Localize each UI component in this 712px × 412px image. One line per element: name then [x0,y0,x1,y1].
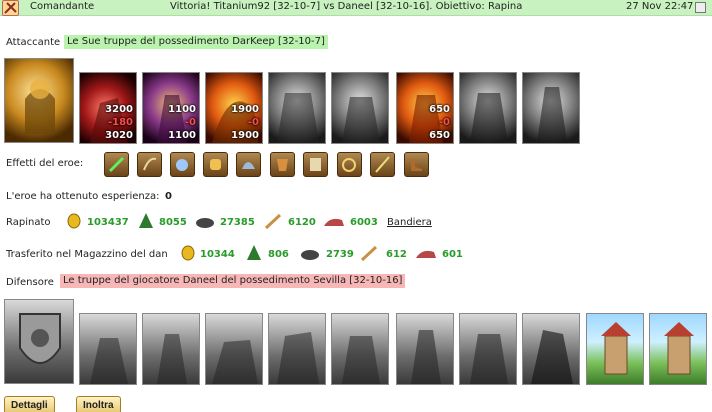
plunder-meat: 6003 [350,217,378,228]
plunder-wood: 8055 [159,217,187,228]
unit-count-end: 1900 [231,130,259,141]
unit-loss: -180 [107,117,133,128]
wood-icon [139,213,153,228]
unit-count-start: 650 [429,104,450,115]
armor-icon[interactable] [270,152,295,177]
gloves-icon[interactable] [203,152,228,177]
unit-count-end: 1100 [168,130,196,141]
attacker-unit-5[interactable] [331,72,389,144]
attacker-unit-8[interactable] [522,72,580,144]
bow-icon[interactable] [137,152,162,177]
wheat-icon [264,213,282,230]
meat-icon [416,250,436,258]
defender-crest-portrait[interactable] [4,299,74,384]
wood-icon [247,245,261,260]
header-role: Comandante [30,1,95,12]
iron-ore-icon [301,250,319,260]
defender-unit-1[interactable] [79,313,137,385]
attacker-unit-4[interactable] [268,72,326,144]
defender-tag: Le truppe del giocatore Daneel del posse… [60,274,406,288]
unit-count-start: 1900 [231,104,259,115]
plunder-wheat: 6120 [288,217,316,228]
report-date: 27 Nov 22:47 [626,1,694,12]
experience-value: 0 [165,191,172,202]
plunder-iron: 27385 [220,217,255,228]
select-checkbox[interactable] [695,2,706,13]
defender-unit-6[interactable] [396,313,454,385]
transfer-iron: 2739 [326,249,354,260]
report-header: Comandante Vittoria! Titanium92 [32-10-7… [0,0,712,16]
attacker-label: Attaccante [6,37,61,48]
defender-unit-10[interactable] [649,313,707,385]
unit-loss: -0 [438,117,450,128]
transfer-gold: 10344 [200,249,235,260]
sword-icon[interactable] [104,152,129,177]
helmet-icon[interactable] [236,152,261,177]
hero-effects-label: Effetti del eroe: [6,158,84,169]
gold-coins-icon [67,213,81,229]
defender-unit-3[interactable] [205,313,263,385]
transfer-wood: 806 [268,249,289,260]
details-button[interactable]: Dettagli [4,396,55,412]
attacker-unit-2[interactable]: 1100 -0 1100 [142,72,200,144]
attacker-unit-7[interactable] [459,72,517,144]
forward-button[interactable]: Inoltra [76,396,121,412]
scroll-icon[interactable] [303,152,328,177]
staff-icon[interactable] [370,152,395,177]
meat-icon [324,218,344,226]
defender-unit-2[interactable] [142,313,200,385]
gold-coins-icon [181,245,195,261]
defender-unit-8[interactable] [522,313,580,385]
unit-count-end: 3020 [105,130,133,141]
defender-unit-4[interactable] [268,313,326,385]
attacker-unit-6[interactable]: 650 -0 650 [396,72,454,144]
iron-ore-icon [196,218,214,228]
defender-unit-5[interactable] [331,313,389,385]
experience-label: L'eroe ha ottenuto esperienza: [6,191,160,202]
unit-count-end: 650 [429,130,450,141]
wheat-icon [360,245,378,262]
transfer-label: Trasferito nel Magazzino del dan [6,249,168,260]
attacker-unit-3[interactable]: 1900 -0 1900 [205,72,263,144]
defender-unit-9[interactable] [586,313,644,385]
defender-unit-7[interactable] [459,313,517,385]
unit-loss: -0 [247,117,259,128]
flag-link[interactable]: Bandiera [387,217,432,228]
unit-loss: -0 [184,117,196,128]
attacker-tag: Le Sue truppe del possedimento DarKeep [… [64,35,328,49]
boots-icon[interactable] [404,152,429,177]
fist-icon[interactable] [170,152,195,177]
attacker-unit-1[interactable]: 3200 -180 3020 [79,72,137,144]
ring-icon[interactable] [337,152,362,177]
transfer-meat: 601 [442,249,463,260]
unit-count-start: 3200 [105,104,133,115]
report-title: Vittoria! Titanium92 [32-10-7] vs Daneel… [170,1,523,12]
plunder-label: Rapinato [6,217,51,228]
defender-label: Difensore [6,277,54,288]
battle-report-icon [2,0,19,16]
plunder-gold: 103437 [87,217,129,228]
transfer-wheat: 612 [386,249,407,260]
attacker-hero-portrait[interactable] [4,58,74,143]
unit-count-start: 1100 [168,104,196,115]
